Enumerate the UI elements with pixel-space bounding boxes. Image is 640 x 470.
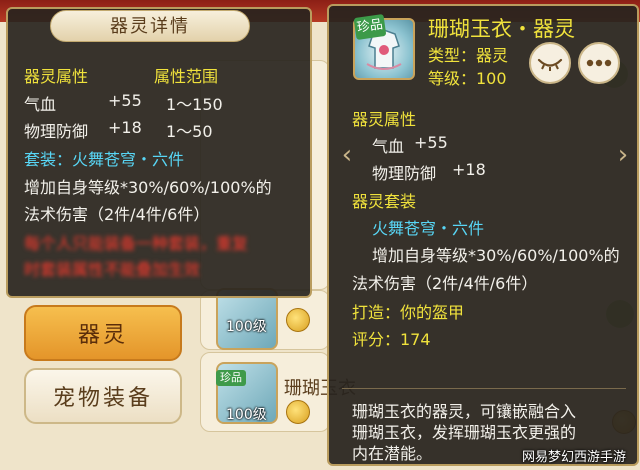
item-name: 珊瑚玉衣・器灵: [428, 17, 575, 41]
item-type: 类型：器灵: [428, 46, 509, 65]
watermark: 网易梦幻西游手游: [522, 450, 627, 465]
item-level: 等级：100: [428, 69, 507, 88]
hide-button[interactable]: [529, 42, 571, 84]
eye-closed-icon: [537, 58, 563, 71]
attr-header: 器灵属性: [24, 67, 89, 86]
section-set: 器灵套装: [352, 192, 417, 211]
rare-badge: 珍品: [216, 370, 246, 386]
set-line: 套装：火舞苍穹・六件: [24, 150, 185, 169]
description-line: 内在潜能。: [352, 444, 433, 463]
hint-line: 每个人只能装备一种套装，重复: [24, 234, 249, 253]
effect-line: 增加自身等级*30%/60%/100%的: [24, 178, 272, 197]
range-header: 属性范围: [154, 67, 219, 86]
effect-line: 法术伤害（2件/4件/6件）: [24, 205, 210, 224]
divider: [342, 388, 626, 389]
left-arrow-icon[interactable]: ‹: [336, 140, 358, 170]
right-arrow-icon[interactable]: ›: [612, 140, 634, 170]
attr-range: 1～150: [166, 95, 223, 114]
more-button[interactable]: [578, 42, 620, 84]
attr-name: 气血: [372, 137, 405, 156]
hint-line: 时套装属性不能叠加生效: [24, 260, 201, 279]
coin-icon: [286, 308, 310, 332]
popup-title: 器灵详情: [50, 10, 250, 42]
forge-line: 打造：你的盔甲: [352, 303, 465, 322]
item-level: 100级: [226, 319, 267, 335]
attr-value: +55: [108, 91, 142, 110]
attr-name: 物理防御: [372, 164, 437, 183]
nav-button-pet-equipment[interactable]: 宠物装备: [24, 368, 182, 424]
attr-name: 物理防御: [24, 122, 89, 141]
section-attr: 器灵属性: [352, 110, 417, 129]
item-level: 100级: [226, 407, 267, 423]
rare-badge: 珍品: [353, 14, 387, 40]
nav-button-qiling[interactable]: 器灵: [24, 305, 182, 361]
score-line: 评分：174: [352, 330, 431, 349]
effect-line: 法术伤害（2件/4件/6件）: [352, 274, 538, 293]
attr-value: +18: [108, 118, 142, 137]
set-name: 火舞苍穹・六件: [372, 219, 485, 238]
attr-range: 1～50: [166, 122, 213, 141]
attr-value: +55: [414, 133, 448, 152]
coin-icon: [286, 400, 310, 424]
more-icon: [586, 59, 612, 67]
attr-value: +18: [452, 160, 486, 179]
attr-name: 气血: [24, 95, 57, 114]
effect-line: 增加自身等级*30%/60%/100%的: [372, 246, 620, 265]
